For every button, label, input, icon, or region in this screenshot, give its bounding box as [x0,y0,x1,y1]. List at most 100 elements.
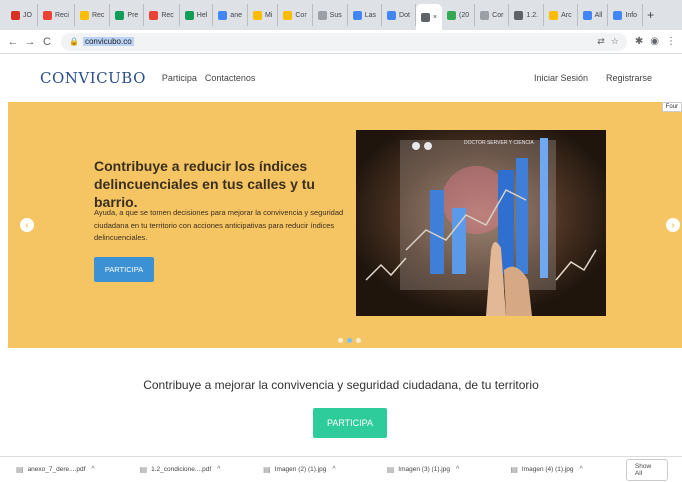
browser-tab[interactable]: JO [6,4,38,26]
carousel-headline: Contribuye a reducir los índices delincu… [94,158,315,210]
download-filename: 1.2_condicione....pdf [151,466,212,473]
carousel-dot[interactable] [356,338,361,343]
download-item[interactable]: ▤ anexo_7_dere....pdf ^ [8,465,132,474]
tab-favicon-icon [11,10,20,20]
browser-tab[interactable]: All [578,4,609,26]
browser-tab[interactable]: Hel [180,4,214,26]
hero-illustration: DOCTOR SERVER Y CIENCIA [356,130,606,316]
browser-tab[interactable]: Pre [110,4,145,26]
tab-favicon-icon [42,10,52,20]
carousel-body-text: Ayuda, a que se tomen decisiones para me… [94,208,344,242]
carousel-indicators [338,338,361,343]
carousel-prev-arrow-icon[interactable]: ‹ [20,218,34,232]
file-icon: ▤ [139,465,148,474]
translate-icon[interactable]: ⇄ [597,36,605,47]
download-filename: Imagen (3) (1).jpg [398,466,450,473]
download-item[interactable]: ▤ 1.2_condicione....pdf ^ [132,465,256,474]
download-filename: Imagen (2) (1).jpg [274,466,327,473]
download-filename: anexo_7_dere....pdf [27,466,86,473]
tab-label: Pre [127,11,139,19]
tab-label: (20 [459,11,470,19]
chevron-up-icon[interactable]: ^ [217,466,220,473]
file-icon: ▤ [386,465,395,474]
show-all-downloads-button[interactable]: Show All [625,458,668,481]
section-tagline: Contribuye a mejorar la convivencia y se… [143,378,539,392]
chevron-up-icon[interactable]: ^ [332,466,335,473]
nav-register[interactable]: Registrarse [606,73,652,83]
browser-tab[interactable]: Mi [248,4,279,26]
tab-label: Dot [399,11,410,19]
url-text: convicubo.co [82,37,134,46]
tab-favicon-icon [352,10,362,20]
nav-contactenos[interactable]: Contactenos [205,73,256,83]
tab-favicon-icon [420,12,430,22]
file-icon: ▤ [510,465,518,474]
tab-favicon-icon [613,10,623,20]
carousel-dot[interactable] [338,338,343,343]
browser-tab[interactable]: Dot [382,4,416,26]
nav-login[interactable]: Iniciar Sesión [534,73,588,83]
tab-favicon-icon [447,10,457,20]
tab-label: JO [23,11,32,19]
browser-tab[interactable]: Sus [313,4,348,26]
tab-label: Sus [329,11,342,19]
lock-icon: 🔒 [69,37,79,46]
forward-icon[interactable]: → [23,36,37,48]
browser-tab[interactable]: Info [608,4,644,26]
section-participa-button[interactable]: PARTICIPA [313,408,387,438]
page-side-tab[interactable]: Four [661,102,682,112]
download-item[interactable]: ▤ Imagen (2) (1).jpg ^ [255,465,379,474]
tab-label: Arc [561,11,572,19]
hero-image: DOCTOR SERVER Y CIENCIA [356,130,606,316]
tab-favicon-icon [149,10,159,20]
tab-label: All [594,11,603,19]
hero-carousel: Contribuye a reducir los índices delincu… [8,102,682,348]
browser-tab[interactable]: Reci [38,4,75,26]
browser-tab[interactable]: (20 [442,4,476,26]
tab-favicon-icon [115,10,125,20]
download-item[interactable]: ▤ Imagen (4) (1).jpg ^ [502,465,626,474]
browser-tab[interactable]: Rec [75,4,111,26]
tab-label: Info [625,11,638,19]
menu-kebab-icon[interactable]: ⋮ [666,36,676,47]
extension-icon[interactable]: ✱ [635,36,643,47]
download-item[interactable]: ▤ Imagen (3) (1).jpg ^ [379,465,503,474]
tab-label: Cor [492,11,504,19]
tab-favicon-icon [218,10,228,20]
site-logo[interactable]: CONVICUBO [40,69,146,87]
browser-tab[interactable]: Rec [144,4,180,26]
tab-label: Rec [91,11,105,19]
site-header: CONVICUBO Participa Contactenos Iniciar … [0,55,682,101]
chevron-up-icon[interactable]: ^ [580,466,583,473]
reload-icon[interactable]: C [40,36,54,48]
chevron-up-icon[interactable]: ^ [91,466,94,473]
download-bar: ▤ anexo_7_dere....pdf ^ ▤ 1.2_condicione....… [0,456,682,482]
tab-favicon-icon [480,10,490,20]
carousel-dot[interactable] [347,338,352,343]
chevron-up-icon[interactable]: ^ [456,466,459,473]
browser-tab[interactable]: 1.2. [509,4,545,26]
nav-participa[interactable]: Participa [162,73,197,83]
browser-tab[interactable]: ane [213,4,248,26]
tab-label: Rec [161,11,174,19]
carousel-participa-button[interactable]: PARTICIPA [94,257,154,282]
browser-tab[interactable]: × [415,4,443,30]
browser-tab[interactable]: Cor [475,4,510,26]
tab-favicon-icon [252,10,262,20]
profile-avatar-icon[interactable]: ◉ [650,36,659,47]
tab-favicon-icon [79,10,89,20]
bookmark-star-icon[interactable]: ☆ [611,36,619,47]
browser-tab[interactable]: Las [348,4,383,26]
tab-favicon-icon [283,10,293,20]
new-tab-button[interactable]: + [647,8,654,22]
back-icon[interactable]: ← [6,36,20,48]
browser-tab[interactable]: Cor [278,4,313,26]
tab-label: Reci [54,11,69,19]
download-filename: Imagen (4) (1).jpg [521,466,574,473]
browser-tab[interactable]: Arc [544,4,578,26]
tab-favicon-icon [387,10,397,20]
address-bar[interactable]: 🔒 convicubo.co ⇄ ☆ [61,32,627,51]
tab-label: Las [364,11,377,19]
tab-label: Mi [264,11,273,19]
carousel-next-arrow-icon[interactable]: › [666,218,680,232]
